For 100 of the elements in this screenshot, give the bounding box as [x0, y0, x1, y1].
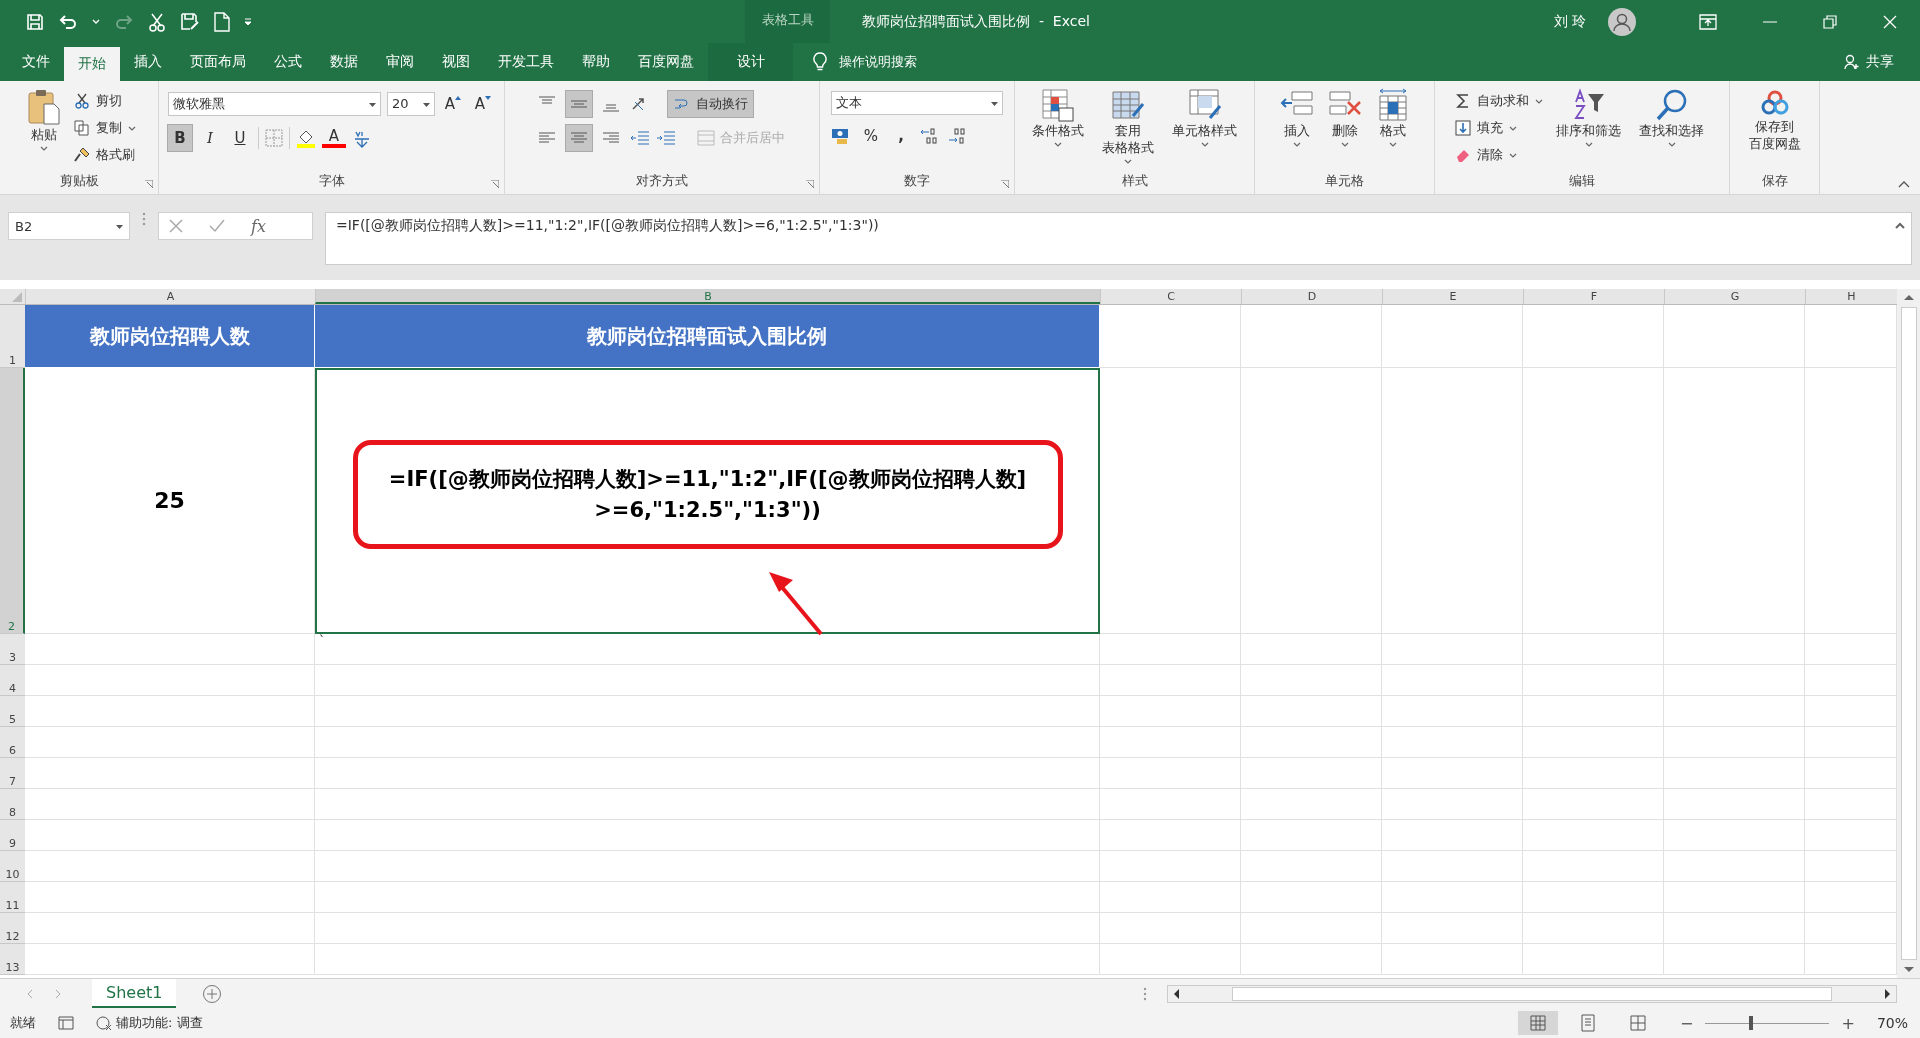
dialog-launcher-icon[interactable]	[1001, 180, 1009, 189]
save-to-cloud-button[interactable]: 保存到 百度网盘	[1743, 85, 1806, 154]
paste-button[interactable]: 粘贴	[22, 85, 66, 153]
minimize-icon[interactable]	[1763, 20, 1777, 23]
conditional-formatting-button[interactable]: 条件格式	[1027, 85, 1089, 149]
insert-function-button[interactable]: fx	[251, 216, 266, 236]
caret-icon[interactable]	[1584, 141, 1593, 147]
row-header[interactable]: 10	[0, 851, 25, 883]
format-painter-button[interactable]: 格式刷	[74, 143, 136, 166]
formula-field[interactable]: =IF([@教师岗位招聘人数]>=11,"1:2",IF([@教师岗位招聘人数]>=6,"1:2.5","1:3"))	[325, 212, 1912, 266]
cell-styles-button[interactable]: 单元格样式	[1167, 85, 1242, 149]
caret-icon[interactable]	[40, 145, 48, 151]
name-box[interactable]: B2	[8, 212, 130, 241]
delete-cells-button[interactable]: 删除	[1324, 85, 1365, 149]
row-header[interactable]: 6	[0, 727, 25, 759]
percent-button[interactable]: %	[859, 122, 883, 149]
restore-icon[interactable]	[1823, 14, 1837, 29]
column-header[interactable]: G	[1664, 289, 1805, 305]
caret-icon[interactable]	[1388, 141, 1397, 147]
caret-icon[interactable]	[1054, 141, 1062, 147]
sheet-tab[interactable]: Sheet1	[92, 979, 177, 1009]
customize-icon[interactable]	[244, 17, 252, 26]
macro-record-icon[interactable]	[58, 1016, 74, 1031]
dialog-launcher-icon[interactable]	[806, 180, 814, 189]
row-header[interactable]: 9	[0, 820, 25, 852]
caret-icon[interactable]	[1200, 141, 1209, 147]
tell-me-search[interactable]: 操作说明搜索	[813, 43, 917, 81]
autosum-button[interactable]: 自动求和	[1455, 89, 1543, 112]
sort-filter-button[interactable]: 排序和筛选	[1551, 85, 1626, 149]
zoom-in-button[interactable]: +	[1841, 1013, 1855, 1033]
ribbon-tab[interactable]: 帮助	[568, 43, 624, 81]
new-document-icon[interactable]	[214, 11, 230, 32]
zoom-level[interactable]: 70%	[1876, 1015, 1908, 1032]
undo-icon[interactable]	[58, 12, 78, 31]
column-header[interactable]: C	[1100, 289, 1241, 305]
ribbon-tab[interactable]: 设计	[708, 43, 793, 81]
user-name[interactable]: 刘 玲	[1553, 12, 1586, 31]
vertical-scrollbar[interactable]	[1897, 289, 1920, 979]
caret-icon[interactable]	[1292, 141, 1301, 147]
scroll-left-icon[interactable]	[1172, 987, 1180, 1000]
copy-button[interactable]: 复制	[74, 116, 136, 139]
normal-view-icon[interactable]	[1518, 1011, 1559, 1036]
caret-icon[interactable]	[1509, 126, 1517, 132]
caret-icon[interactable]	[1535, 99, 1543, 105]
dialog-launcher-icon[interactable]	[491, 180, 499, 189]
scroll-thumb[interactable]	[1900, 307, 1917, 961]
caret-icon[interactable]	[1509, 153, 1517, 159]
caret-icon[interactable]	[1124, 158, 1132, 164]
column-header[interactable]: E	[1382, 289, 1523, 305]
increase-font-button[interactable]: A	[441, 90, 465, 117]
ribbon-display-icon[interactable]	[1699, 13, 1717, 30]
dropdown-arrow-icon[interactable]	[991, 101, 998, 106]
bold-button[interactable]: B	[168, 124, 192, 151]
italic-button[interactable]: I	[198, 124, 222, 151]
scroll-thumb[interactable]	[1232, 986, 1832, 1001]
collapse-icon[interactable]	[1895, 222, 1905, 230]
column-header[interactable]: B	[315, 289, 1100, 305]
number-format-field[interactable]: 文本	[831, 90, 1003, 115]
decrease-font-button[interactable]: A	[471, 90, 495, 117]
ribbon-tab[interactable]: 数据	[316, 43, 372, 81]
comma-style-button[interactable]: ,	[889, 122, 913, 149]
row-header[interactable]: 7	[0, 758, 25, 790]
row-header[interactable]: 5	[0, 696, 25, 728]
avatar-icon[interactable]	[1608, 7, 1636, 36]
ribbon-tab[interactable]: 审阅	[372, 43, 428, 81]
font-size-field[interactable]: 20	[387, 91, 435, 116]
row-header[interactable]: 1	[0, 305, 25, 369]
dropdown-arrow-icon[interactable]	[423, 102, 430, 107]
caret-icon[interactable]	[1667, 141, 1676, 147]
ribbon-tab[interactable]: 文件	[0, 43, 64, 81]
row-header[interactable]: 11	[0, 882, 25, 914]
cut-button[interactable]: 剪切	[74, 89, 136, 112]
underline-button[interactable]: U	[228, 124, 252, 151]
dropdown-arrow-icon[interactable]	[116, 225, 123, 230]
share-button[interactable]: 共享	[1844, 43, 1894, 81]
ribbon-tab[interactable]: 插入	[120, 43, 176, 81]
fill-button[interactable]: 填充	[1455, 116, 1543, 139]
ribbon-tab[interactable]: 百度网盘	[624, 43, 708, 81]
wrap-text-button[interactable]: 自动换行	[668, 90, 753, 117]
horizontal-scrollbar[interactable]	[1167, 984, 1897, 1003]
zoom-out-button[interactable]: −	[1680, 1013, 1694, 1033]
font-name-field[interactable]: 微软雅黑	[168, 91, 381, 116]
cut-icon[interactable]	[148, 11, 166, 32]
ribbon-tab[interactable]: 开发工具	[484, 43, 568, 81]
scroll-up-icon[interactable]	[1902, 293, 1915, 302]
row-header[interactable]: 2	[0, 368, 25, 635]
print-preview-icon[interactable]	[180, 11, 200, 32]
caret-icon[interactable]	[128, 126, 136, 132]
format-cells-button[interactable]: 格式	[1372, 85, 1413, 149]
scroll-down-icon[interactable]	[1902, 966, 1915, 975]
ribbon-tab[interactable]: 开始	[64, 47, 120, 81]
row-header[interactable]: 8	[0, 789, 25, 821]
accessibility-status[interactable]: 辅助功能: 调查	[96, 1014, 203, 1033]
clear-button[interactable]: 清除	[1455, 143, 1543, 166]
column-header[interactable]: F	[1523, 289, 1664, 305]
scroll-right-icon[interactable]	[1884, 987, 1892, 1000]
save-icon[interactable]	[26, 12, 44, 31]
add-sheet-icon[interactable]	[202, 983, 223, 1004]
dropdown-arrow-icon[interactable]	[369, 102, 376, 107]
font-color-button[interactable]: A	[322, 127, 346, 148]
